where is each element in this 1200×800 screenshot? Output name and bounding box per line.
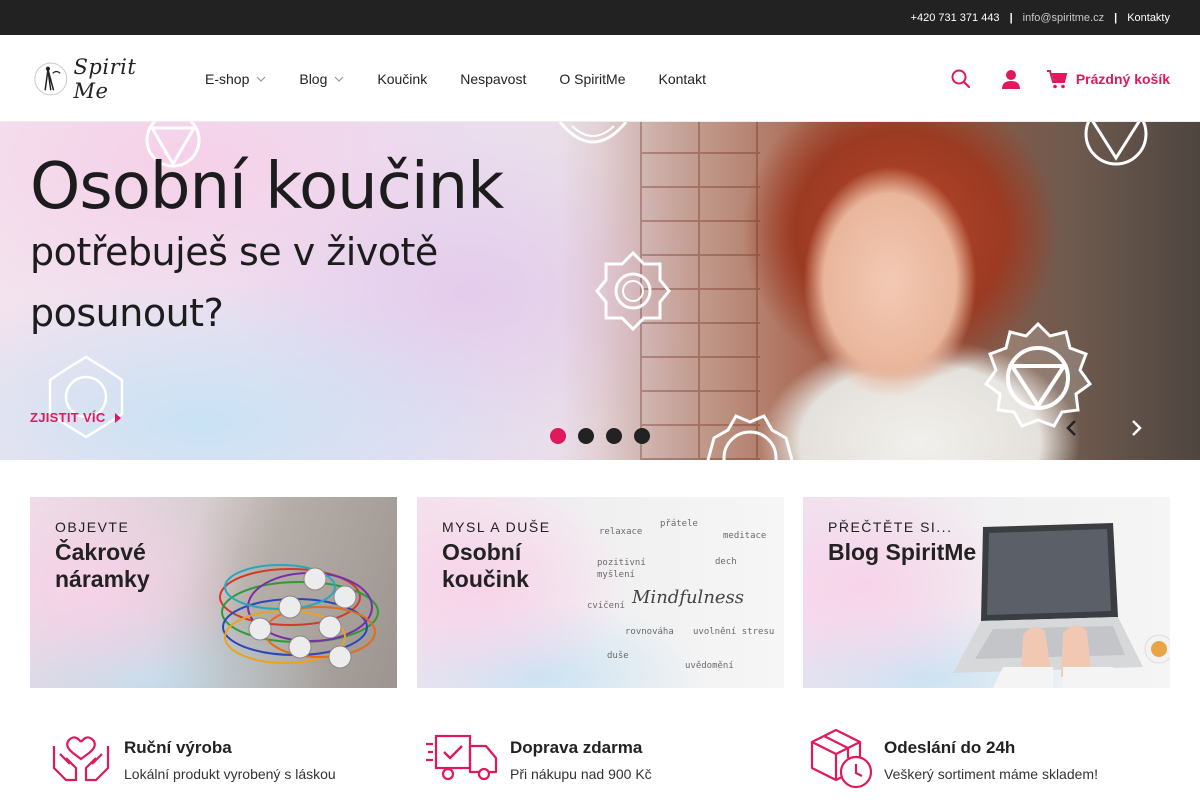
chevron-down-icon xyxy=(256,76,266,82)
logo[interactable]: Spirit Me xyxy=(32,55,172,103)
email-link[interactable]: info@spiritme.cz xyxy=(1023,12,1104,24)
hero-cta-label: ZJISTIT VÍC xyxy=(30,410,106,425)
chakra-symbol-icon xyxy=(1084,122,1148,166)
chakra-symbol-icon xyxy=(558,122,628,144)
slider-dot-4[interactable] xyxy=(634,428,650,444)
hero-cta-link[interactable]: ZJISTIT VÍC xyxy=(30,410,121,425)
bracelets-image-icon xyxy=(219,564,379,669)
hero-title: Osobní koučink xyxy=(30,150,504,224)
feature-text: Ruční výroba Lokální produkt vyrobený s … xyxy=(124,724,336,782)
nav-item-label: E-shop xyxy=(205,70,250,87)
mindfulness-word: duše xyxy=(607,651,629,661)
contacts-link[interactable]: Kontakty xyxy=(1127,12,1170,24)
mindfulness-word: rovnováha xyxy=(625,627,674,637)
mindfulness-word: cvičení xyxy=(587,601,625,611)
nav-item-koucink[interactable]: Koučink xyxy=(377,71,427,87)
nav-item-blog[interactable]: Blog xyxy=(299,71,344,87)
feature-handmade: Ruční výroba Lokální produkt vyrobený s … xyxy=(48,724,336,794)
mindfulness-word: meditace xyxy=(723,531,767,541)
nav-item-o-spiritme[interactable]: O SpiritMe xyxy=(559,71,625,87)
separator: | xyxy=(1009,11,1013,24)
hero-slider: Osobní koučink potřebuješ se v životě po… xyxy=(0,122,1200,460)
mindfulness-word: uvědomění xyxy=(685,661,734,671)
main-nav: E-shop Blog Koučink Nespavost O SpiritMe… xyxy=(205,35,739,122)
mindfulness-word: přátele xyxy=(660,519,698,529)
chakra-symbol-icon xyxy=(706,414,794,460)
mindfulness-main-word: Mindfulness xyxy=(632,587,745,608)
separator: | xyxy=(1114,11,1118,24)
category-tile-bracelets[interactable]: OBJEVTE Čakrové náramky xyxy=(30,497,397,688)
mindfulness-word: relaxace xyxy=(599,527,643,537)
feature-dispatch-24h: Odeslání do 24h Veškerý sortiment máme s… xyxy=(808,724,1098,794)
logo-text: Spirit Me xyxy=(73,55,137,103)
cart-label: Prázdný košík xyxy=(1075,70,1170,87)
chevron-down-icon xyxy=(334,76,344,82)
package-clock-icon xyxy=(810,728,873,789)
tile-kicker: PŘEČTĚTE SI... xyxy=(828,519,953,535)
nav-item-label: Blog xyxy=(299,70,328,87)
category-tile-blog[interactable]: PŘEČTĚTE SI... Blog SpiritMe xyxy=(803,497,1170,688)
chevron-left-icon[interactable] xyxy=(1062,418,1082,438)
chakra-symbol-icon xyxy=(48,355,124,439)
feature-text: Doprava zdarma Při nákupu nad 900 Kč xyxy=(510,724,652,782)
play-arrow-icon xyxy=(114,412,121,423)
feature-title: Ruční výroba xyxy=(124,738,232,757)
nav-item-label: O SpiritMe xyxy=(559,70,626,87)
tile-title: Blog SpiritMe xyxy=(828,539,977,565)
hands-heart-icon xyxy=(52,736,110,782)
header-actions: Prázdný košík xyxy=(950,35,1170,122)
mindfulness-word: dech xyxy=(715,557,737,567)
nav-item-nespavost[interactable]: Nespavost xyxy=(460,71,526,87)
cart-icon xyxy=(1046,69,1068,88)
feature-title: Odeslání do 24h xyxy=(884,738,1016,757)
chakra-symbol-icon xyxy=(595,250,671,332)
top-bar: +420 731 371 443 | info@spiritme.cz | Ko… xyxy=(0,0,1200,35)
slider-dot-3[interactable] xyxy=(606,428,622,444)
hero-subtitle: potřebuješ se v životě posunout? xyxy=(30,230,438,335)
feature-description: Lokální produkt vyrobený s láskou xyxy=(124,766,336,782)
slider-dot-1[interactable] xyxy=(550,428,566,444)
nav-item-eshop[interactable]: E-shop xyxy=(205,71,266,87)
feature-free-shipping: Doprava zdarma Při nákupu nad 900 Kč xyxy=(426,724,652,794)
feature-text: Odeslání do 24h Veškerý sortiment máme s… xyxy=(884,724,1098,782)
feature-title: Doprava zdarma xyxy=(510,738,643,757)
tile-kicker: MYSL A DUŠE xyxy=(442,519,551,535)
category-tile-coaching[interactable]: relaxace přátele meditace pozitivní myšl… xyxy=(417,497,784,688)
slider-dot-2[interactable] xyxy=(578,428,594,444)
mindfulness-word: uvolnění stresu xyxy=(693,627,775,637)
feature-description: Při nákupu nad 900 Kč xyxy=(510,766,652,782)
top-bar-links: +420 731 371 443 | info@spiritme.cz | Ko… xyxy=(911,0,1170,35)
nav-item-label: Nespavost xyxy=(460,70,527,87)
phone-link[interactable]: +420 731 371 443 xyxy=(911,12,1000,24)
nav-item-label: Kontakt xyxy=(658,70,706,87)
nav-item-kontakt[interactable]: Kontakt xyxy=(658,71,705,87)
tile-title: Čakrové náramky xyxy=(55,539,150,592)
feature-description: Veškerý sortiment máme skladem! xyxy=(884,766,1098,782)
user-icon[interactable] xyxy=(1000,68,1022,90)
slider-dots xyxy=(550,428,662,444)
search-icon[interactable] xyxy=(950,68,972,90)
nav-item-label: Koučink xyxy=(377,70,428,87)
delivery-truck-icon xyxy=(426,734,498,781)
tile-title: Osobní koučink xyxy=(442,539,529,592)
tile-kicker: OBJEVTE xyxy=(55,519,130,535)
main-header: Spirit Me E-shop Blog Koučink Nespavost … xyxy=(0,35,1200,122)
cart-button[interactable]: Prázdný košík xyxy=(1046,68,1170,90)
chevron-right-icon[interactable] xyxy=(1126,418,1146,438)
logo-mark-icon xyxy=(34,62,68,96)
